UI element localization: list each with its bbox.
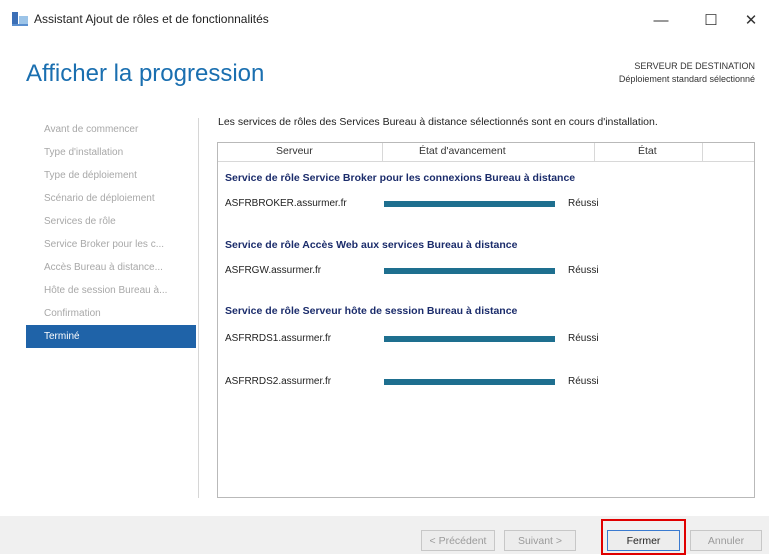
- progress-bar: [384, 268, 555, 274]
- server-name: ASFRRDS2.assurmer.fr: [225, 376, 332, 387]
- progress-bar: [384, 379, 555, 385]
- group-title-service-broker: Service de rôle Service Broker pour les …: [225, 172, 576, 184]
- close-button-highlight: [601, 519, 686, 555]
- close-window-button[interactable]: ✕: [731, 6, 769, 34]
- status-text: Réussi: [568, 333, 599, 344]
- status-text: Réussi: [568, 376, 599, 387]
- destination-label: SERVEUR DE DESTINATION: [634, 61, 755, 71]
- wizard-steps-nav: Avant de commencer Type d'installation T…: [26, 118, 196, 348]
- nav-item-service-broker: Service Broker pour les c...: [44, 239, 165, 250]
- intro-text: Les services de rôles des Services Burea…: [218, 116, 658, 128]
- nav-item-type-deploiement: Type de déploiement: [44, 170, 137, 181]
- nav-item-hote-session: Hôte de session Bureau à...: [44, 285, 168, 296]
- column-separator[interactable]: [702, 143, 703, 161]
- status-text: Réussi: [568, 198, 599, 209]
- maximize-button[interactable]: ☐: [691, 6, 731, 34]
- window-title: Assistant Ajout de rôles et de fonctionn…: [34, 12, 269, 26]
- column-separator[interactable]: [594, 143, 595, 161]
- window-titlebar: Assistant Ajout de rôles et de fonctionn…: [0, 0, 769, 40]
- previous-button[interactable]: < Précédent: [421, 530, 495, 551]
- destination-server-info: SERVEUR DE DESTINATION Déploiement stand…: [619, 60, 755, 86]
- table-header: Serveur État d'avancement État: [218, 143, 754, 162]
- minimize-button[interactable]: —: [641, 6, 681, 34]
- group-title-hote-session: Service de rôle Serveur hôte de session …: [225, 305, 518, 317]
- column-separator[interactable]: [382, 143, 383, 161]
- nav-item-confirmation: Confirmation: [44, 308, 101, 319]
- status-text: Réussi: [568, 265, 599, 276]
- next-button[interactable]: Suivant >: [504, 530, 576, 551]
- server-name: ASFRBROKER.assurmer.fr: [225, 198, 347, 209]
- cancel-button[interactable]: Annuler: [690, 530, 762, 551]
- group-title-acces-web: Service de rôle Accès Web aux services B…: [225, 239, 518, 251]
- server-manager-icon: [12, 12, 28, 26]
- destination-value: Déploiement standard sélectionné: [618, 74, 755, 84]
- server-name: ASFRGW.assurmer.fr: [225, 265, 322, 276]
- progress-bar: [384, 336, 555, 342]
- nav-item-acces-bureau: Accès Bureau à distance...: [44, 262, 163, 273]
- progress-table: Serveur État d'avancement État Service d…: [217, 142, 755, 498]
- nav-divider: [198, 118, 199, 498]
- nav-item-scenario-deploiement: Scénario de déploiement: [44, 193, 155, 204]
- server-name: ASFRRDS1.assurmer.fr: [225, 333, 332, 344]
- column-header-status[interactable]: État: [638, 145, 657, 157]
- nav-item-services-de-role: Services de rôle: [44, 216, 116, 227]
- nav-item-avant-de-commencer: Avant de commencer: [44, 124, 139, 135]
- column-header-progress[interactable]: État d'avancement: [419, 145, 506, 157]
- nav-item-termine[interactable]: Terminé: [26, 325, 196, 348]
- nav-item-type-installation: Type d'installation: [44, 147, 124, 158]
- column-header-server[interactable]: Serveur: [276, 145, 313, 157]
- page-title: Afficher la progression: [26, 60, 265, 87]
- progress-bar: [384, 201, 555, 207]
